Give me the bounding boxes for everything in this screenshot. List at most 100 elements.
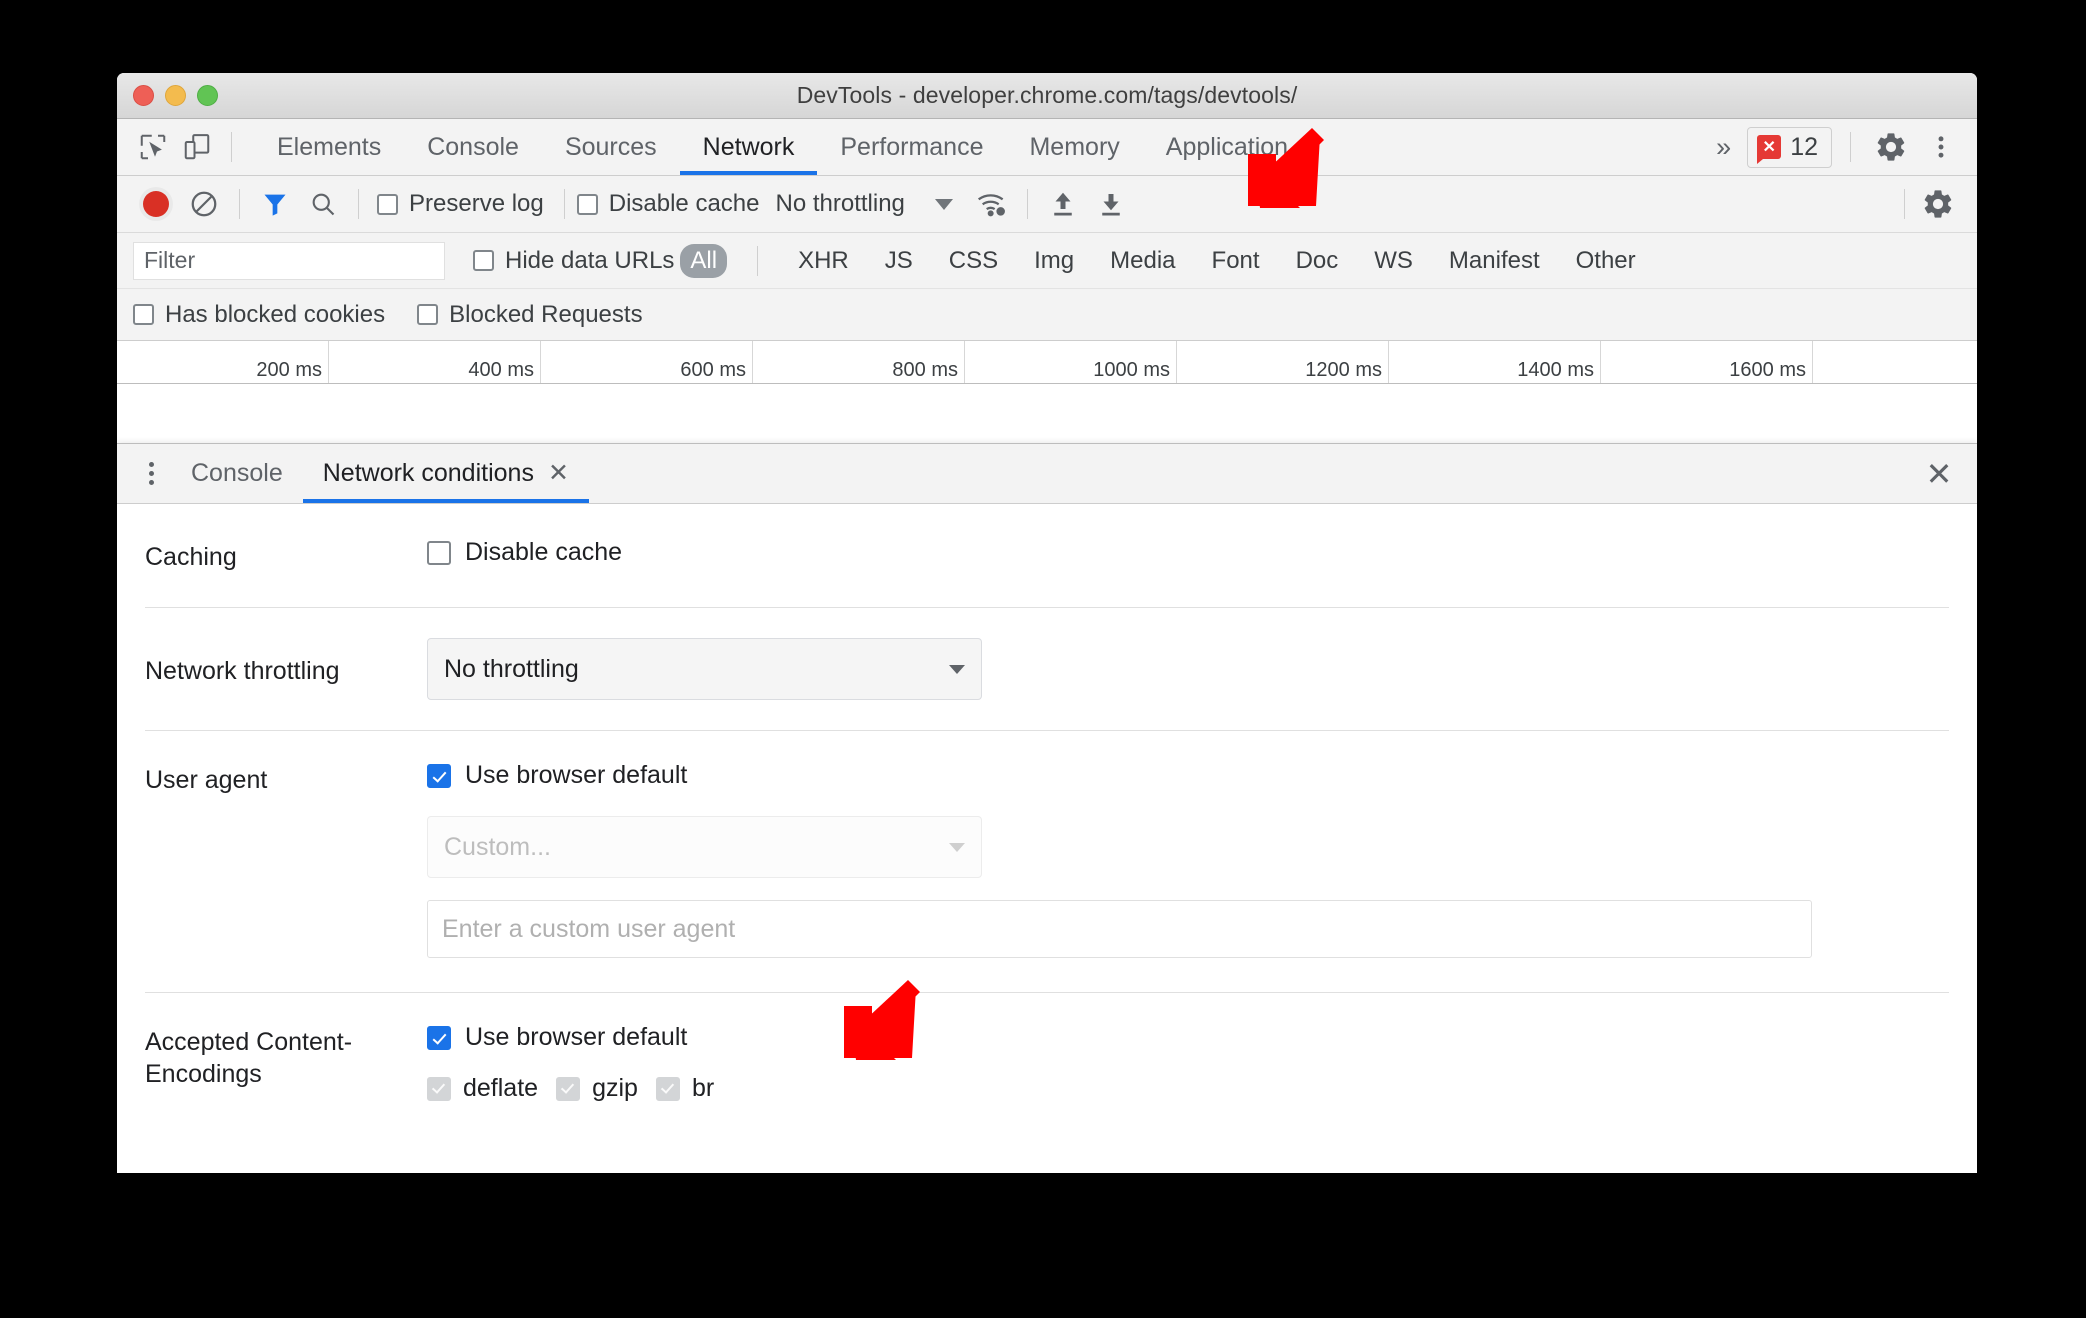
type-filter-all[interactable]: All xyxy=(680,243,728,278)
tab-label: Application xyxy=(1165,132,1289,161)
close-tab-icon[interactable]: ✕ xyxy=(548,461,569,486)
checkbox-box xyxy=(417,304,439,325)
blocked-requests-checkbox[interactable]: Blocked Requests xyxy=(417,301,643,329)
minimize-window-button[interactable] xyxy=(165,85,186,106)
search-icon[interactable] xyxy=(300,181,346,227)
tab-network[interactable]: Network xyxy=(679,119,818,175)
throttling-row: Network throttling No throttling xyxy=(145,608,1949,732)
disable-cache-label: Disable cache xyxy=(608,190,760,217)
window-titlebar: DevTools - developer.chrome.com/tags/dev… xyxy=(117,73,1977,119)
checkbox-box xyxy=(556,1076,581,1101)
ruler-tick: 400 ms xyxy=(468,359,534,381)
tab-application[interactable]: Application xyxy=(1143,119,1311,175)
type-filter-ws[interactable]: WS xyxy=(1364,244,1423,278)
encoding-deflate-checkbox[interactable]: deflate xyxy=(427,1074,538,1103)
hide-data-urls-checkbox[interactable]: Hide data URLs xyxy=(473,247,674,275)
content-encodings-label: Accepted Content-Encodings xyxy=(145,1028,353,1088)
toolbar-divider xyxy=(1850,132,1851,162)
type-filter-css[interactable]: CSS xyxy=(939,244,1008,278)
throttling-value: No throttling xyxy=(775,190,905,217)
user-agent-label: User agent xyxy=(145,766,268,795)
type-filter-js[interactable]: JS xyxy=(875,244,923,278)
type-filter-media[interactable]: Media xyxy=(1100,244,1185,278)
caching-field: Disable cache xyxy=(427,538,1949,567)
caching-label: Caching xyxy=(145,543,237,571)
type-filter-other[interactable]: Other xyxy=(1566,244,1646,278)
checkbox-box xyxy=(427,1076,451,1101)
ua-use-browser-default-label: Use browser default xyxy=(465,761,688,790)
drawer-tab-console[interactable]: Console xyxy=(171,444,303,503)
disable-cache-checkbox[interactable]: Disable cache xyxy=(427,538,1949,567)
filter-input[interactable] xyxy=(133,241,445,280)
throttling-select[interactable]: No throttling xyxy=(427,638,982,701)
encoding-br-label: br xyxy=(691,1074,715,1103)
tab-label: Elements xyxy=(277,132,382,161)
filter-icon[interactable] xyxy=(252,181,298,227)
gear-icon[interactable] xyxy=(1869,125,1913,169)
tab-performance[interactable]: Performance xyxy=(817,119,1006,175)
tab-elements[interactable]: Elements xyxy=(254,119,404,175)
type-filter-img[interactable]: Img xyxy=(1024,244,1084,278)
encoding-br-checkbox[interactable]: br xyxy=(655,1074,715,1103)
close-drawer-icon[interactable]: ✕ xyxy=(1915,450,1963,498)
drawer-tab-label: Network conditions xyxy=(322,459,534,487)
download-har-icon[interactable] xyxy=(1088,181,1134,227)
checkbox-box xyxy=(655,1076,680,1101)
upload-har-icon[interactable] xyxy=(1040,181,1086,227)
throttling-dropdown[interactable]: No throttling xyxy=(775,190,953,218)
network-conditions-panel: Caching Disable cache Network throttling… xyxy=(117,504,1977,1123)
window-traffic-lights xyxy=(133,73,218,118)
more-tabs-chevron-icon[interactable]: » xyxy=(1702,132,1741,163)
error-count-label: 12 xyxy=(1790,132,1818,161)
drawer-tab-label: Console xyxy=(191,459,283,487)
toolbar-divider xyxy=(358,189,359,219)
type-filter-manifest[interactable]: Manifest xyxy=(1439,244,1550,278)
disable-cache-checkbox[interactable]: Disable cache xyxy=(576,190,760,218)
ua-preset-select[interactable]: Custom... xyxy=(427,816,982,879)
checkbox-box xyxy=(427,763,451,788)
custom-user-agent-input[interactable] xyxy=(427,900,1812,959)
device-toolbar-icon[interactable] xyxy=(175,125,219,169)
throttling-field: No throttling xyxy=(427,638,1949,701)
network-filter-row: Hide data URLs All XHR JS CSS Img Media … xyxy=(117,233,1977,289)
ruler-tick: 1000 ms xyxy=(1093,359,1170,381)
enc-use-browser-default-checkbox[interactable]: Use browser default xyxy=(427,1023,1949,1052)
has-blocked-cookies-checkbox[interactable]: Has blocked cookies xyxy=(133,301,385,329)
drawer-menu-icon[interactable] xyxy=(131,454,171,494)
network-blocked-row: Has blocked cookies Blocked Requests xyxy=(117,289,1977,341)
inspect-element-icon[interactable] xyxy=(131,125,175,169)
tab-memory[interactable]: Memory xyxy=(1006,119,1142,175)
type-filter-doc[interactable]: Doc xyxy=(1286,244,1349,278)
ruler-tick: 1400 ms xyxy=(1517,359,1594,381)
network-conditions-icon[interactable] xyxy=(969,181,1015,227)
drawer-tab-network-conditions[interactable]: Network conditions ✕ xyxy=(302,444,590,503)
checkbox-box xyxy=(377,193,398,215)
kebab-menu-icon[interactable] xyxy=(1919,125,1963,169)
encoding-gzip-label: gzip xyxy=(592,1074,638,1103)
tab-sources[interactable]: Sources xyxy=(542,119,680,175)
preserve-log-label: Preserve log xyxy=(409,190,544,217)
ruler-tick: 800 ms xyxy=(892,359,958,381)
close-window-button[interactable] xyxy=(133,85,154,106)
type-filter-font[interactable]: Font xyxy=(1202,244,1270,278)
maximize-window-button[interactable] xyxy=(197,85,218,106)
type-filter-xhr[interactable]: XHR xyxy=(788,244,859,278)
error-count-badge[interactable]: ✕ 12 xyxy=(1747,126,1832,168)
network-settings-gear-icon[interactable] xyxy=(1915,181,1961,227)
clear-button[interactable] xyxy=(181,181,227,227)
panel-tabs: Elements Console Sources Network Perform… xyxy=(254,119,1311,175)
ruler-tick: 1600 ms xyxy=(1729,359,1806,381)
content-encodings-row: Accepted Content-Encodings Use browser d… xyxy=(145,993,1949,1123)
toolbar-divider xyxy=(239,189,240,219)
content-encodings-field: Use browser default deflate gzip br xyxy=(427,1023,1949,1103)
user-agent-field: Use browser default Custom... xyxy=(427,761,1949,959)
encoding-gzip-checkbox[interactable]: gzip xyxy=(556,1074,638,1103)
record-button[interactable] xyxy=(133,181,179,227)
chevron-down-icon xyxy=(949,842,965,852)
tab-console[interactable]: Console xyxy=(404,119,542,175)
toolbar-divider xyxy=(1026,189,1028,219)
screenshot-root: DevTools - developer.chrome.com/tags/dev… xyxy=(0,0,2086,1318)
preserve-log-checkbox[interactable]: Preserve log xyxy=(377,190,544,218)
ua-use-browser-default-checkbox[interactable]: Use browser default xyxy=(427,761,1949,790)
ruler-tick: 200 ms xyxy=(256,359,322,381)
